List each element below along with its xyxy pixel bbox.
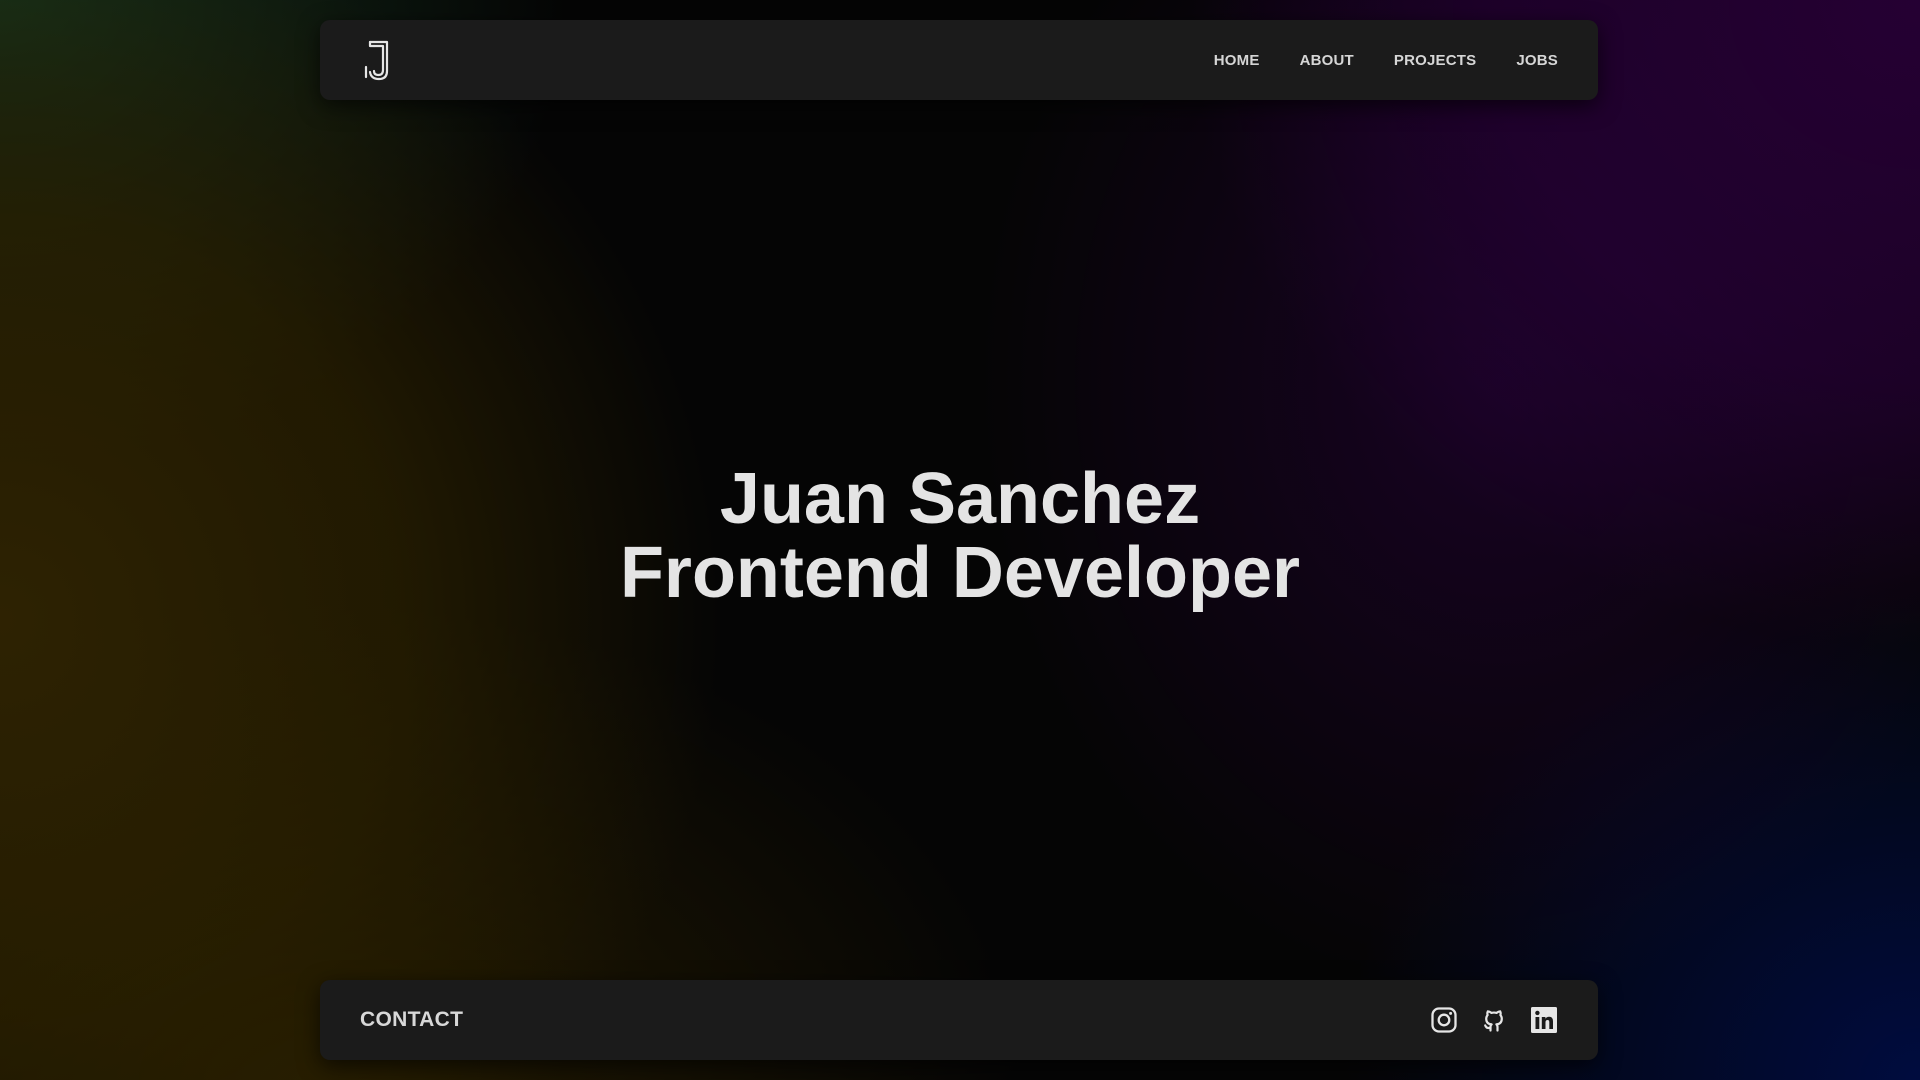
github-icon [1484,1010,1503,1032]
nav-jobs[interactable]: JOBS [1516,52,1558,69]
footer-bar: CONTACT [320,980,1598,1060]
linkedin-icon [1531,1007,1557,1033]
hero: Juan Sanchez Frontend Developer [0,462,1920,610]
linkedin-link[interactable] [1530,1006,1558,1034]
logo-link[interactable] [360,37,394,83]
instagram-icon [1431,1007,1457,1033]
instagram-link[interactable] [1430,1006,1458,1034]
main-nav: HOME ABOUT PROJECTS JOBS [1214,52,1558,69]
page: HOME ABOUT PROJECTS JOBS Juan Sanchez Fr… [0,0,1920,1080]
github-link[interactable] [1480,1006,1508,1034]
nav-projects[interactable]: PROJECTS [1394,52,1476,69]
nav-home[interactable]: HOME [1214,52,1260,69]
hero-role: Frontend Developer [619,533,1301,613]
top-navbar: HOME ABOUT PROJECTS JOBS [320,20,1598,100]
j-monogram-logo-icon [364,40,389,81]
contact-label: CONTACT [360,1008,464,1031]
hero-name: Juan Sanchez [719,459,1201,539]
social-links [1430,1006,1558,1034]
nav-about[interactable]: ABOUT [1300,52,1354,69]
